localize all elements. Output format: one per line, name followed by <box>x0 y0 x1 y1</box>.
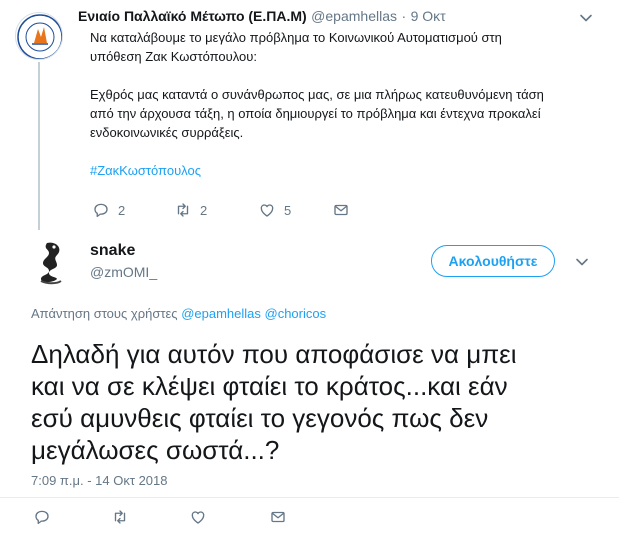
reply-icon <box>94 203 108 218</box>
main-text-line: και να σε κλέψει φταίει το κράτος...και … <box>31 371 508 401</box>
main-text-line: μεγάλωσες σωστά...? <box>31 435 280 465</box>
envelope-icon <box>334 204 348 216</box>
retweet-count: 2 <box>200 202 208 218</box>
parent-text-line: από την άρχουσα τάξη, η οποία δημιουργεί… <box>90 106 541 121</box>
main-display-name[interactable]: snake <box>90 242 157 260</box>
hashtag-link[interactable]: #ΖακΚωστόπουλος <box>90 161 610 180</box>
mention-link[interactable]: @choricos <box>265 306 327 321</box>
epam-logo-icon <box>17 14 62 59</box>
main-tweet-text: Δηλαδή για αυτόν που αποφάσισε να μπει κ… <box>31 338 601 466</box>
parent-action-bar: 2 2 5 <box>92 201 350 219</box>
snake-avatar-icon <box>40 242 62 285</box>
main-handle[interactable]: @zmOMI_ <box>90 264 157 280</box>
parent-display-name[interactable]: Ενιαίο Παλλαϊκό Μέτωπο (Ε.ΠΑ.Μ) <box>78 8 307 24</box>
reply-count: 2 <box>118 202 126 218</box>
reply-button[interactable] <box>33 508 111 526</box>
tweet-timestamp[interactable]: 7:09 π.μ. - 14 Οκτ 2018 <box>31 473 168 488</box>
main-tweet-author: snake @zmOMI_ <box>90 242 157 280</box>
parent-handle[interactable]: @epamhellas <box>311 8 397 24</box>
main-text-line: εσύ αμυνθεις φταίει το γεγονός πως δεν <box>31 403 489 433</box>
heart-icon <box>260 204 274 217</box>
chevron-down-icon[interactable] <box>574 254 590 270</box>
follow-button[interactable]: Ακολουθήστε <box>431 245 555 277</box>
reply-prefix: Απάντηση στους χρήστες <box>31 306 178 321</box>
mention-link[interactable]: @epamhellas <box>181 306 261 321</box>
retweet-button[interactable] <box>111 508 189 526</box>
divider <box>0 497 619 498</box>
main-text-line: Δηλαδή για αυτόν που αποφάσισε να μπει <box>31 339 517 369</box>
parent-text-line: Εχθρός μας καταντά ο συνάνθρωπος μας, σε… <box>90 87 544 102</box>
like-button[interactable]: 5 <box>258 201 332 219</box>
chevron-down-icon[interactable] <box>578 10 594 26</box>
reply-icon <box>35 510 49 525</box>
parent-text-line: υπόθεση Ζακ Κωστόπουλου: <box>90 49 258 64</box>
parent-text-line: Να καταλάβουμε το μεγάλο πρόβλημα το Κοι… <box>90 30 502 45</box>
reply-context: Απάντηση στους χρήστες @epamhellas @chor… <box>31 306 326 321</box>
avatar-epamhellas[interactable] <box>15 12 63 60</box>
parent-separator: · <box>401 8 407 24</box>
parent-tweet-header: Ενιαίο Παλλαϊκό Μέτωπο (Ε.ΠΑ.Μ) @epamhel… <box>78 8 446 26</box>
parent-text-line: ενδοκοινωνικές συρράξεις. <box>90 125 244 140</box>
thread-connector-line <box>38 62 40 230</box>
main-action-bar <box>33 508 287 526</box>
retweet-icon <box>177 203 189 217</box>
parent-tweet-text: Να καταλάβουμε το μεγάλο πρόβλημα το Κοι… <box>90 28 610 180</box>
retweet-icon <box>114 510 126 524</box>
dm-button[interactable] <box>332 201 350 219</box>
envelope-icon <box>271 511 285 523</box>
dm-button[interactable] <box>269 508 287 526</box>
like-count: 5 <box>284 202 292 218</box>
like-button[interactable] <box>189 508 269 526</box>
avatar-snake[interactable] <box>27 237 75 285</box>
retweet-button[interactable]: 2 <box>174 201 258 219</box>
heart-icon <box>191 511 205 524</box>
reply-button[interactable]: 2 <box>92 201 174 219</box>
parent-date[interactable]: 9 Οκτ <box>411 8 446 24</box>
